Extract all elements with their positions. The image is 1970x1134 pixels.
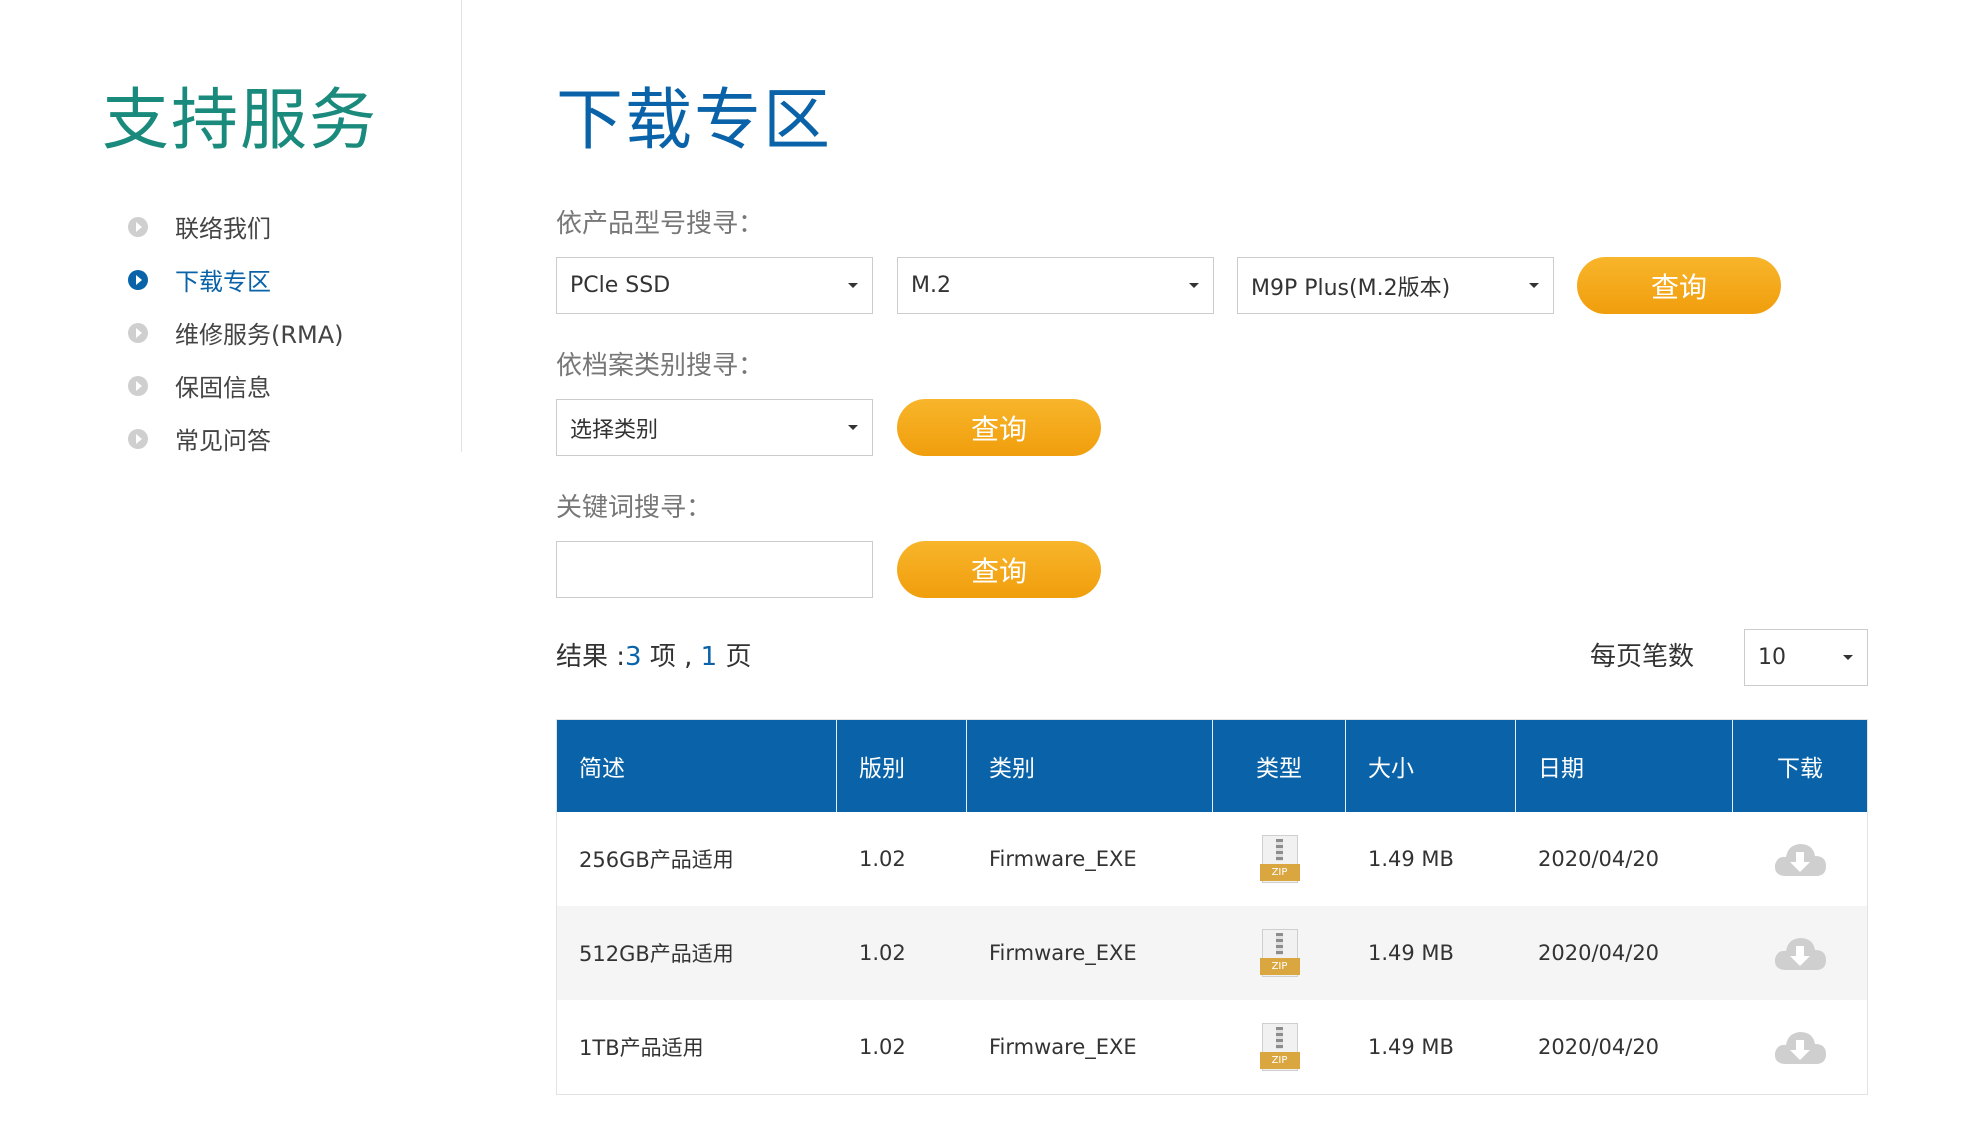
sidebar-title: 支持服务	[102, 81, 378, 159]
result-middle: 项 ,	[641, 642, 701, 672]
column-header-size: 大小	[1346, 720, 1516, 812]
cell-date: 2020/04/20	[1538, 1035, 1660, 1059]
cell-download	[1733, 812, 1867, 906]
cell-download	[1733, 1000, 1867, 1094]
column-header-category: 类别	[967, 720, 1213, 812]
category-search-label: 依档案类别搜寻：	[556, 351, 765, 381]
bullet-arrow-icon	[128, 428, 148, 449]
result-count: 3	[625, 642, 642, 672]
cell-version: 1.02	[859, 1035, 906, 1059]
cell-category: Firmware_EXE	[989, 847, 1137, 871]
caret-down-icon	[1529, 283, 1539, 288]
cell-type: ZIP	[1213, 812, 1346, 906]
sidebar-item-label: 联络我们	[175, 215, 271, 243]
sidebar-item-faq[interactable]: 常见问答	[128, 412, 344, 465]
sidebar-item-warranty[interactable]: 保固信息	[128, 359, 344, 412]
sidebar-item-downloads[interactable]: 下载专区	[128, 253, 344, 306]
select-value: 选择类别	[570, 417, 659, 443]
select-value: PCle SSD	[570, 273, 671, 298]
cell-size: 1.49 MB	[1368, 941, 1454, 965]
sidebar-nav: 联络我们 下载专区 维修服务(RMA) 保固信息 常见问答	[128, 200, 344, 465]
caret-down-icon	[1189, 283, 1199, 288]
keyword-search-button[interactable]: 查询	[897, 541, 1101, 598]
caret-down-icon	[848, 283, 858, 288]
bullet-arrow-icon	[128, 269, 148, 290]
cloud-download-icon[interactable]	[1772, 840, 1828, 878]
column-header-download: 下载	[1777, 756, 1823, 782]
cell-type: ZIP	[1213, 906, 1346, 1000]
cell-desc: 512GB产品适用	[579, 942, 734, 966]
result-summary: 结果 :3 项 , 1 页	[556, 636, 751, 673]
column-header-desc: 简述	[557, 720, 837, 812]
per-page-select[interactable]: 10	[1744, 629, 1868, 686]
bullet-arrow-icon	[128, 322, 148, 343]
cell-category: Firmware_EXE	[989, 941, 1137, 965]
cloud-download-icon[interactable]	[1772, 934, 1828, 972]
cell-download	[1733, 906, 1867, 1000]
product-line-select[interactable]: PCle SSD	[556, 257, 873, 314]
select-value: M.2	[911, 273, 951, 298]
column-header-type: 类型	[1213, 720, 1346, 812]
table-row: 256GB产品适用 1.02 Firmware_EXE ZIP 1.49 MB …	[557, 812, 1867, 906]
cell-type: ZIP	[1213, 1000, 1346, 1094]
zip-file-icon[interactable]: ZIP	[1259, 1023, 1300, 1071]
select-value: M9P Plus(M.2版本)	[1251, 275, 1451, 301]
sidebar: 支持服务 联络我们 下载专区 维修服务(RMA) 保固信息 常见问答	[0, 0, 462, 455]
cell-size: 1.49 MB	[1368, 1035, 1454, 1059]
cell-date: 2020/04/20	[1538, 941, 1660, 965]
cell-date: 2020/04/20	[1538, 847, 1660, 871]
zip-tag: ZIP	[1259, 1052, 1300, 1069]
result-pages: 1	[700, 642, 718, 672]
bullet-arrow-icon	[128, 375, 148, 396]
column-header-version: 版别	[837, 720, 967, 812]
table-header: 简述 版别 类别 类型 大小 日期 下载	[557, 720, 1867, 812]
model-search-button[interactable]: 查询	[1577, 257, 1781, 314]
keyword-search-label: 关键词搜寻：	[556, 493, 713, 523]
sidebar-item-label: 保固信息	[175, 374, 271, 402]
cloud-download-icon[interactable]	[1772, 1028, 1828, 1066]
bullet-arrow-icon	[128, 216, 148, 237]
caret-down-icon	[1843, 655, 1853, 660]
zip-file-icon[interactable]: ZIP	[1259, 835, 1300, 883]
form-factor-select[interactable]: M.2	[897, 257, 1214, 314]
per-page-label: 每页笔数	[1590, 642, 1695, 672]
page-title: 下载专区	[556, 81, 832, 159]
cell-desc: 1TB产品适用	[579, 1036, 704, 1060]
sidebar-item-label: 下载专区	[175, 268, 271, 296]
category-select[interactable]: 选择类别	[556, 399, 873, 456]
zip-tag: ZIP	[1259, 958, 1300, 975]
model-search-label: 依产品型号搜寻：	[556, 209, 765, 239]
zip-file-icon[interactable]: ZIP	[1259, 929, 1300, 977]
cell-version: 1.02	[859, 941, 906, 965]
keyword-input[interactable]	[556, 541, 873, 598]
sidebar-item-label: 常见问答	[175, 427, 271, 455]
zip-tag: ZIP	[1259, 864, 1300, 881]
cell-version: 1.02	[859, 847, 906, 871]
sidebar-item-contact[interactable]: 联络我们	[128, 200, 344, 253]
sidebar-item-rma[interactable]: 维修服务(RMA)	[128, 306, 344, 359]
cell-size: 1.49 MB	[1368, 847, 1454, 871]
select-value: 10	[1758, 645, 1786, 670]
cell-category: Firmware_EXE	[989, 1035, 1137, 1059]
downloads-table: 简述 版别 类别 类型 大小 日期 下载 256GB产品适用 1.02 Firm…	[556, 719, 1868, 1095]
column-header-date: 日期	[1516, 720, 1733, 812]
table-row: 512GB产品适用 1.02 Firmware_EXE ZIP 1.49 MB …	[557, 906, 1867, 1000]
result-suffix: 页	[717, 642, 752, 672]
cell-desc: 256GB产品适用	[579, 848, 734, 872]
table-row: 1TB产品适用 1.02 Firmware_EXE ZIP 1.49 MB 20…	[557, 1000, 1867, 1094]
model-select[interactable]: M9P Plus(M.2版本)	[1237, 257, 1554, 314]
category-search-button[interactable]: 查询	[897, 399, 1101, 456]
sidebar-item-label: 维修服务(RMA)	[175, 321, 344, 349]
caret-down-icon	[848, 425, 858, 430]
result-prefix: 结果 :	[556, 642, 626, 672]
